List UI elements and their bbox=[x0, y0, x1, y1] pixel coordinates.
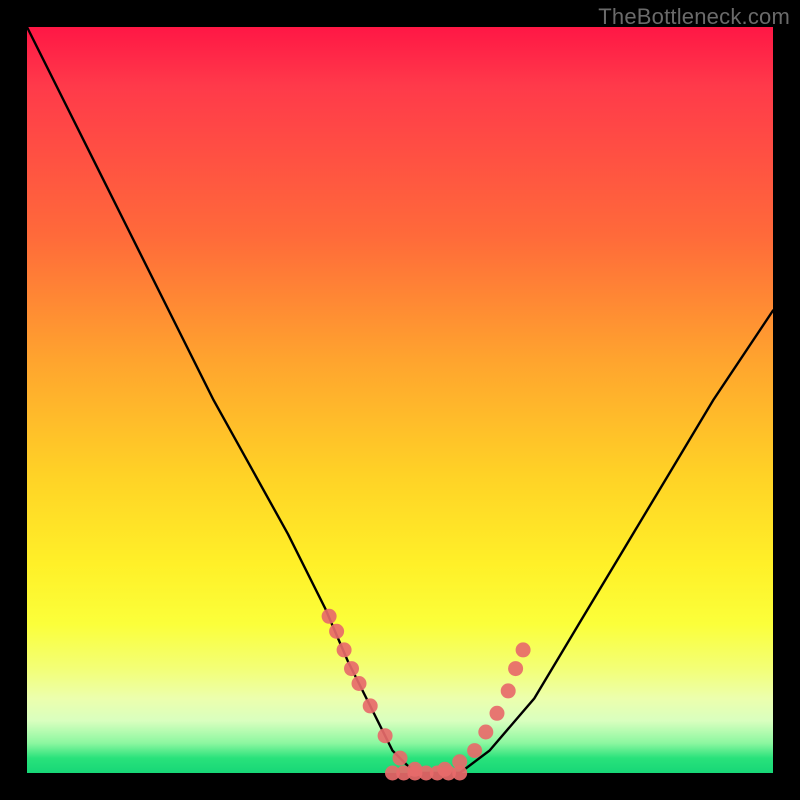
data-marker bbox=[467, 743, 482, 758]
watermark-text: TheBottleneck.com bbox=[598, 4, 790, 30]
curve-line bbox=[27, 27, 773, 773]
data-marker bbox=[508, 661, 523, 676]
chart-frame: TheBottleneck.com bbox=[0, 0, 800, 800]
data-marker bbox=[329, 624, 344, 639]
plot-area bbox=[27, 27, 773, 773]
data-marker bbox=[393, 751, 408, 766]
data-marker bbox=[478, 725, 493, 740]
data-marker bbox=[378, 728, 393, 743]
data-marker bbox=[501, 683, 516, 698]
data-marker bbox=[337, 642, 352, 657]
data-marker bbox=[490, 706, 505, 721]
data-marker bbox=[322, 609, 337, 624]
data-marker bbox=[516, 642, 531, 657]
data-markers bbox=[322, 609, 531, 781]
data-marker bbox=[344, 661, 359, 676]
data-marker bbox=[352, 676, 367, 691]
data-marker bbox=[452, 766, 467, 781]
data-marker bbox=[363, 698, 378, 713]
chart-svg bbox=[27, 27, 773, 773]
